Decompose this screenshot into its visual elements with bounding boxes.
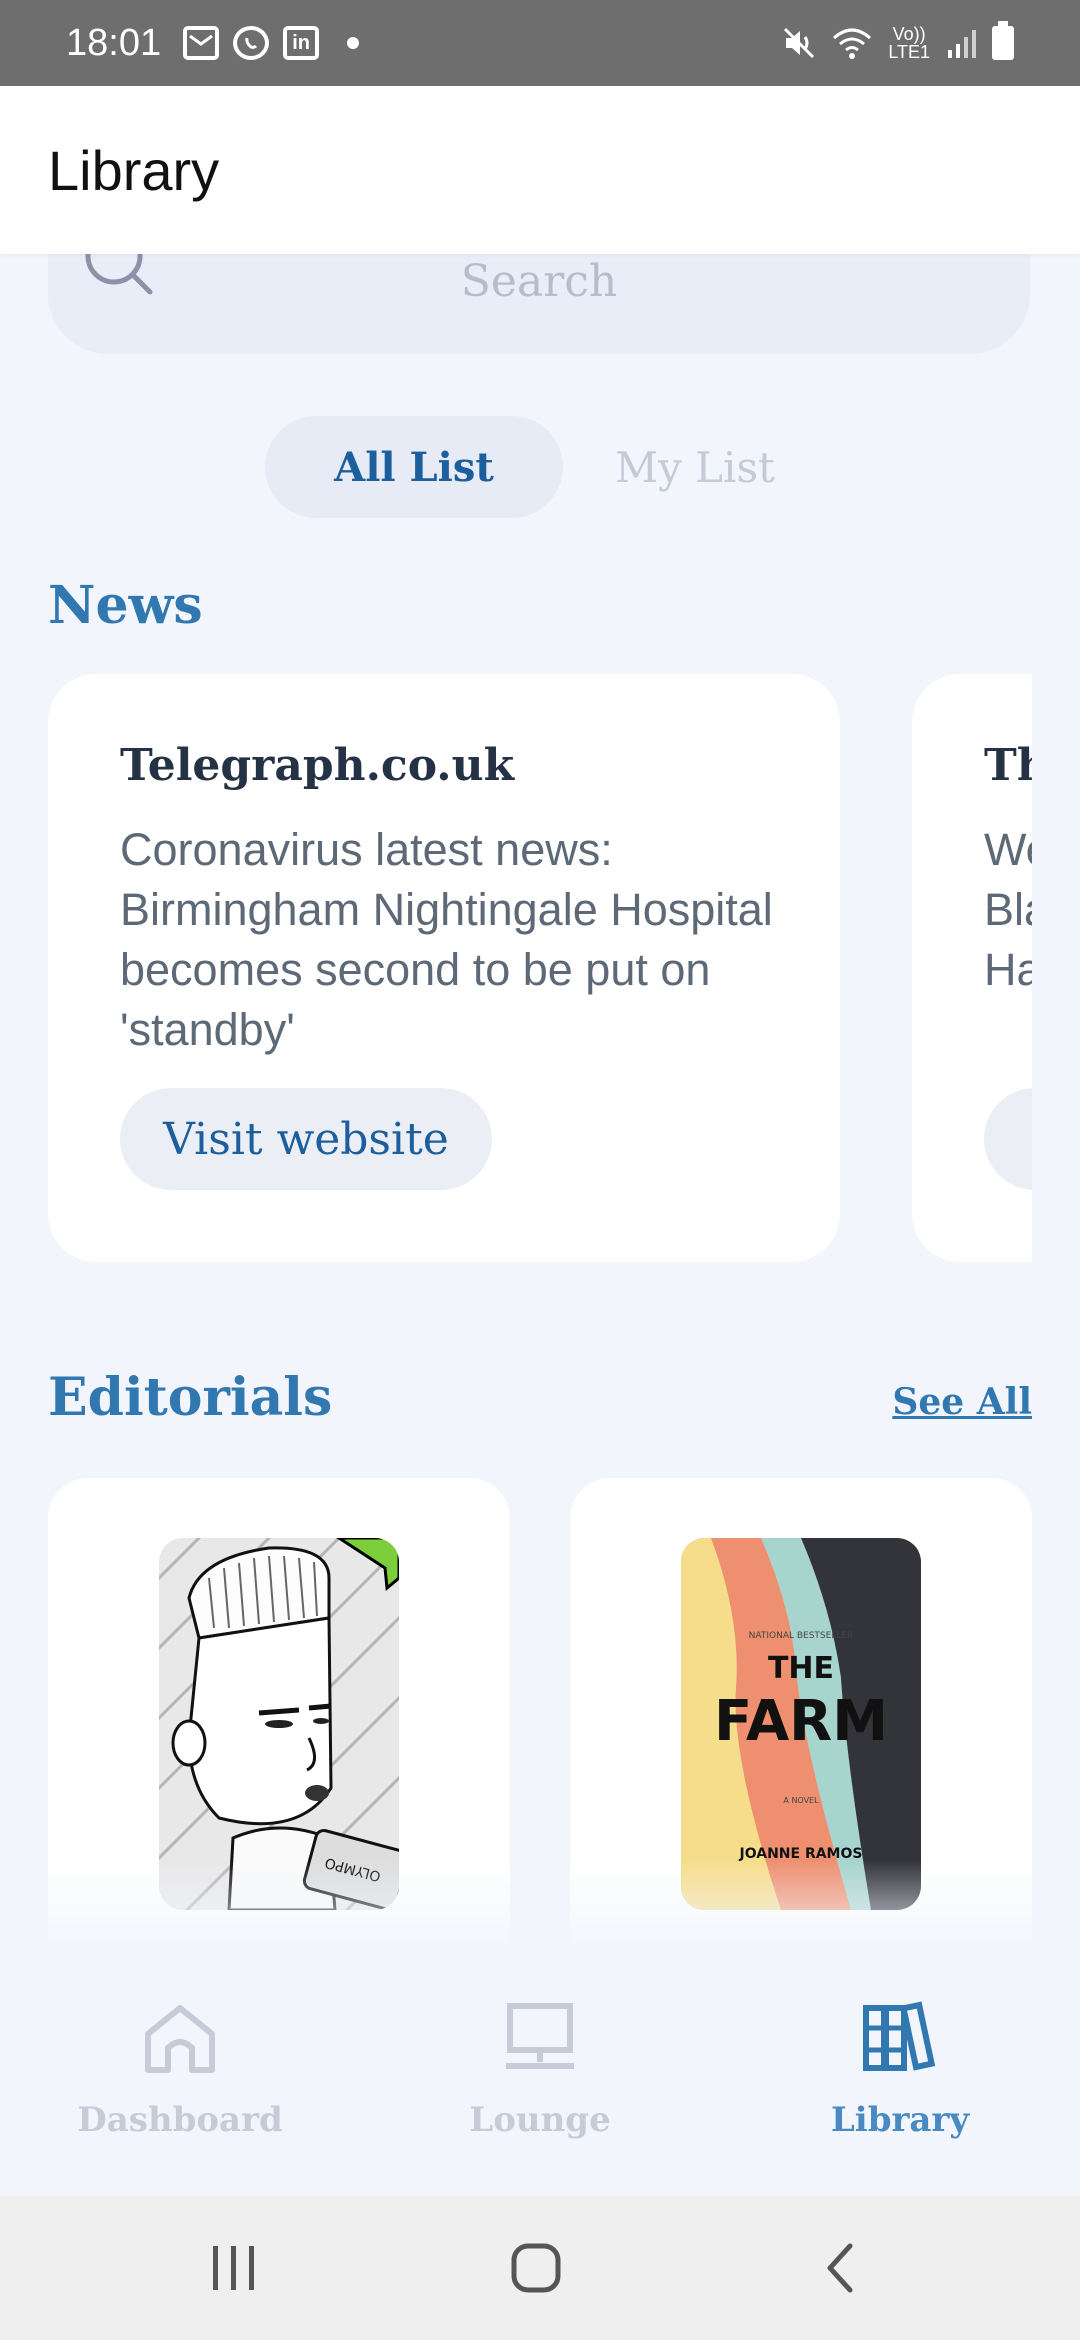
- nav-label: Library: [830, 2100, 970, 2140]
- page-title: Library: [48, 138, 220, 202]
- book-subtitle: A NOVEL: [783, 1796, 819, 1805]
- the-farm-cover-image: NATIONAL BESTSELLER THE FARM A NOVEL JOA…: [681, 1538, 921, 1910]
- book-tag: NATIONAL BESTSELLER: [749, 1631, 854, 1641]
- editorials-section-title: Editorials: [48, 1367, 333, 1428]
- nav-label: Dashboard: [77, 2100, 283, 2140]
- search-placeholder: Search: [460, 256, 618, 307]
- bottom-nav: Dashboard Lounge Library: [0, 1940, 1080, 2196]
- tab-all-list[interactable]: All List: [265, 416, 563, 518]
- battery-icon: [992, 21, 1014, 60]
- news-headline: We Bla Ha: [984, 824, 1032, 995]
- status-bar: 18:01 in Vo)) LTE1: [0, 0, 1080, 86]
- news-section-title: News: [48, 575, 203, 636]
- home-icon: [145, 2005, 215, 2073]
- see-all-link[interactable]: See All: [892, 1381, 1032, 1423]
- book-title-line2: FARM: [714, 1689, 888, 1754]
- home-button-icon[interactable]: [496, 2236, 576, 2300]
- nav-item-dashboard[interactable]: Dashboard: [30, 1998, 330, 2158]
- news-card[interactable]: Telegraph.co.uk Coronavirus latest news:…: [48, 674, 840, 1262]
- monitor-icon: [506, 2003, 574, 2069]
- books-icon: [863, 2001, 936, 2071]
- news-source: Th: [984, 740, 1032, 791]
- lte-label: LTE1: [888, 42, 930, 62]
- visit-website-button[interactable]: Visit website: [120, 1088, 492, 1190]
- linkedin-icon: in: [283, 26, 320, 60]
- list-toggle: All List My List: [265, 416, 815, 518]
- volte-label: Vo)): [892, 24, 926, 44]
- app-header: Library: [0, 86, 1080, 254]
- cartoon-cover-image: OLYMPO: [159, 1538, 399, 1910]
- visit-website-button[interactable]: V: [984, 1088, 1032, 1190]
- news-carousel[interactable]: Telegraph.co.uk Coronavirus latest news:…: [48, 674, 1032, 1264]
- status-time: 18:01: [66, 21, 162, 64]
- system-navigation-bar: [0, 2196, 1080, 2340]
- recents-icon[interactable]: [194, 2236, 274, 2300]
- more-notifications-dot: [347, 37, 360, 49]
- whatsapp-icon: [233, 26, 270, 60]
- back-icon[interactable]: [800, 2236, 880, 2300]
- mail-icon: [183, 26, 220, 60]
- signal-icon: [948, 30, 976, 58]
- tab-my-list[interactable]: My List: [575, 416, 815, 518]
- system-status-icons: Vo)) LTE1: [782, 21, 1014, 61]
- nav-label: Lounge: [469, 2100, 611, 2140]
- mute-icon: [784, 27, 815, 59]
- book-title-line1: THE: [768, 1651, 834, 1686]
- notification-icons: in: [183, 26, 360, 60]
- nav-item-lounge[interactable]: Lounge: [390, 1998, 690, 2158]
- nav-item-library[interactable]: Library: [750, 1998, 1050, 2158]
- news-card[interactable]: Th We Bla Ha V: [912, 674, 1032, 1262]
- news-source: Telegraph.co.uk: [120, 740, 515, 791]
- news-headline: Coronavirus latest news: Birmingham Nigh…: [120, 824, 773, 1055]
- network-type: Vo)) LTE1: [888, 25, 930, 61]
- wifi-icon: [833, 28, 872, 59]
